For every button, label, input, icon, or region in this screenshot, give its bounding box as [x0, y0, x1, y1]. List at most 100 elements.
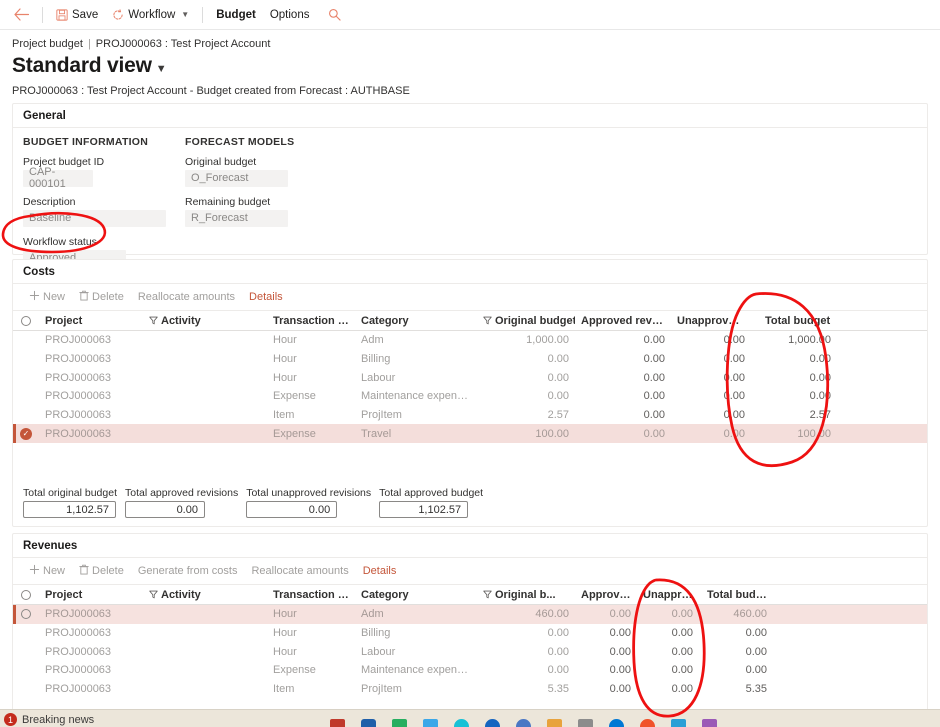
cell-category[interactable]: Adm	[355, 334, 477, 346]
cell-approved-revisions[interactable]: 0.00	[575, 390, 671, 402]
revenues-col-transaction-type[interactable]: Transaction type	[267, 589, 355, 601]
cell-project[interactable]: PROJ000063	[39, 683, 143, 695]
cell-unapproved-revisions[interactable]: 0.00	[671, 428, 751, 440]
cell-unapproved-revisions[interactable]: 0.00	[637, 664, 699, 676]
cell-category[interactable]: ProjItem	[355, 409, 477, 421]
cell-total-budget[interactable]: 0.00	[751, 372, 849, 384]
cell-transaction-type[interactable]: Expense	[267, 428, 355, 440]
cell-project[interactable]: PROJ000063	[39, 428, 143, 440]
cell-transaction-type[interactable]: Item	[267, 683, 355, 695]
original-budget-input[interactable]: O_Forecast	[185, 170, 288, 187]
table-row[interactable]: PROJ000063 Hour Billing 0.00 0.00 0.00 0.00	[13, 624, 927, 643]
cell-original-budget[interactable]: 0.00	[477, 627, 575, 639]
revenues-generate-from-costs-button[interactable]: Generate from costs	[132, 561, 244, 581]
revenues-reallocate-button[interactable]: Reallocate amounts	[245, 561, 354, 581]
table-row[interactable]: PROJ000063 Hour Adm 460.00 0.00 0.00 460.00	[13, 605, 927, 624]
options-menu-button[interactable]: Options	[263, 3, 317, 27]
mail-icon[interactable]	[361, 719, 376, 727]
remaining-budget-input[interactable]: R_Forecast	[185, 210, 288, 227]
news-item[interactable]: 1 Breaking news	[0, 713, 94, 726]
cell-total-budget[interactable]: 2.57	[751, 409, 849, 421]
costs-col-activity[interactable]: Activity	[143, 315, 267, 327]
cell-category[interactable]: Billing	[355, 627, 477, 639]
search-icon[interactable]	[322, 8, 347, 21]
filter-icon[interactable]	[149, 590, 158, 599]
taskbar-app-icon-13[interactable]	[702, 719, 717, 727]
cell-total-budget[interactable]: 0.00	[751, 390, 849, 402]
workflow-button[interactable]: Workflow ▼	[105, 3, 196, 27]
costs-col-category[interactable]: Category	[355, 315, 477, 327]
table-row[interactable]: PROJ000063 Expense Maintenance expenses 0.0…	[13, 661, 927, 680]
back-arrow-icon[interactable]	[10, 4, 32, 26]
cell-category[interactable]: Labour	[355, 646, 477, 658]
breadcrumb-root[interactable]: Project budget	[12, 38, 83, 50]
cell-original-budget[interactable]: 460.00	[477, 608, 575, 620]
budget-menu-button[interactable]: Budget	[209, 3, 263, 27]
cell-approved-revisions[interactable]: 0.00	[575, 409, 671, 421]
cell-project[interactable]: PROJ000063	[39, 390, 143, 402]
cell-approved-revisions[interactable]: 0.00	[575, 353, 671, 365]
cell-project[interactable]: PROJ000063	[39, 664, 143, 676]
cell-unapproved-revisions[interactable]: 0.00	[637, 627, 699, 639]
table-row[interactable]: PROJ000063 Hour Labour 0.00 0.00 0.00 0.00	[13, 642, 927, 661]
revenues-details-button[interactable]: Details	[357, 561, 403, 581]
cell-transaction-type[interactable]: Expense	[267, 390, 355, 402]
cell-transaction-type[interactable]: Expense	[267, 664, 355, 676]
cell-project[interactable]: PROJ000063	[39, 608, 143, 620]
cell-approved-revisions[interactable]: 0.00	[575, 683, 637, 695]
filter-icon[interactable]	[149, 316, 158, 325]
cell-transaction-type[interactable]: Item	[267, 409, 355, 421]
taskbar-app-icon-1[interactable]	[330, 719, 345, 727]
cell-approved-revisions[interactable]: 0.00	[575, 608, 637, 620]
cell-project[interactable]: PROJ000063	[39, 409, 143, 421]
table-row[interactable]: ✓ PROJ000063 Expense Travel 100.00 0.00 0.00 10…	[13, 424, 927, 444]
row-select-toggle[interactable]: ✓	[13, 427, 39, 440]
costs-col-transaction-type[interactable]: Transaction type	[267, 315, 355, 327]
cell-total-budget[interactable]: 0.00	[699, 664, 777, 676]
description-input[interactable]: Baseline	[23, 210, 166, 227]
revenues-col-unapproved-revisions[interactable]: Unapprove...	[637, 589, 699, 601]
cell-transaction-type[interactable]: Hour	[267, 353, 355, 365]
cell-category[interactable]: Billing	[355, 353, 477, 365]
cell-total-budget[interactable]: 5.35	[699, 683, 777, 695]
cell-unapproved-revisions[interactable]: 0.00	[637, 683, 699, 695]
cell-total-budget[interactable]: 0.00	[699, 627, 777, 639]
cell-original-budget[interactable]: 0.00	[477, 390, 575, 402]
cell-original-budget[interactable]: 1,000.00	[477, 334, 575, 346]
page-title[interactable]: Standard view ▼	[0, 50, 940, 78]
cell-original-budget[interactable]: 0.00	[477, 353, 575, 365]
cell-total-budget[interactable]: 0.00	[699, 646, 777, 658]
costs-delete-button[interactable]: Delete	[73, 287, 130, 307]
cell-total-budget[interactable]: 1,000.00	[751, 334, 849, 346]
cell-unapproved-revisions[interactable]: 0.00	[671, 334, 751, 346]
table-row[interactable]: PROJ000063 Hour Labour 0.00 0.00 0.00 0.00	[13, 368, 927, 387]
cell-category[interactable]: ProjItem	[355, 683, 477, 695]
cell-unapproved-revisions[interactable]: 0.00	[671, 390, 751, 402]
cell-unapproved-revisions[interactable]: 0.00	[637, 646, 699, 658]
cell-total-budget[interactable]: 460.00	[699, 608, 777, 620]
revenues-col-original-budget[interactable]: Original b...	[477, 589, 575, 601]
cell-transaction-type[interactable]: Hour	[267, 627, 355, 639]
cell-original-budget[interactable]: 2.57	[477, 409, 575, 421]
cell-original-budget[interactable]: 0.00	[477, 372, 575, 384]
cell-approved-revisions[interactable]: 0.00	[575, 646, 637, 658]
revenues-select-all-toggle[interactable]	[13, 589, 39, 600]
cell-approved-revisions[interactable]: 0.00	[575, 334, 671, 346]
cell-approved-revisions[interactable]: 0.00	[575, 664, 637, 676]
cell-category[interactable]: Adm	[355, 608, 477, 620]
costs-new-button[interactable]: New	[23, 287, 71, 307]
project-budget-id-input[interactable]: CAP-000101	[23, 166, 93, 190]
row-select-toggle[interactable]	[13, 609, 39, 620]
costs-details-button[interactable]: Details	[243, 287, 289, 307]
filter-icon[interactable]	[483, 316, 492, 325]
cell-unapproved-revisions[interactable]: 0.00	[671, 409, 751, 421]
costs-col-total-budget[interactable]: Total budget	[751, 315, 849, 327]
costs-col-approved-revisions[interactable]: Approved revisions	[575, 315, 671, 327]
revenues-col-category[interactable]: Category	[355, 589, 477, 601]
cell-transaction-type[interactable]: Hour	[267, 372, 355, 384]
folder-icon[interactable]	[547, 719, 562, 727]
revenues-col-approved-revisions[interactable]: Approved ...	[575, 589, 637, 601]
revenues-delete-button[interactable]: Delete	[73, 561, 130, 581]
cell-category[interactable]: Labour	[355, 372, 477, 384]
cell-project[interactable]: PROJ000063	[39, 372, 143, 384]
